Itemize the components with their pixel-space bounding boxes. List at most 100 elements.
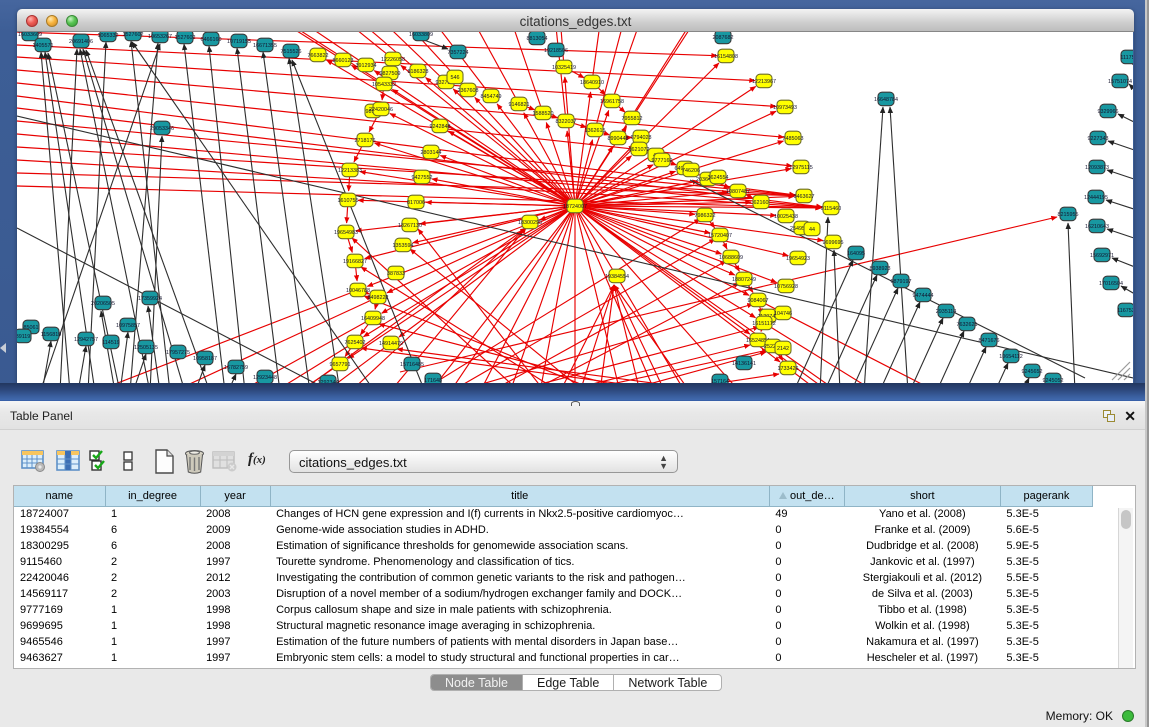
svg-text:10046788: 10046788 (346, 288, 370, 294)
svg-text:12444195: 12444195 (1084, 195, 1108, 201)
svg-text:1156819: 1156819 (41, 332, 62, 338)
svg-text:9329966: 9329966 (1098, 109, 1119, 115)
svg-text:20691406: 20691406 (69, 39, 93, 45)
svg-text:19218506: 19218506 (544, 48, 568, 54)
svg-text:2935114: 2935114 (936, 309, 957, 315)
svg-text:10653267: 10653267 (148, 34, 172, 40)
svg-text:546: 546 (451, 75, 460, 81)
svg-text:10756928: 10756928 (774, 284, 798, 290)
svg-text:44: 44 (809, 227, 815, 233)
svg-text:8186328: 8186328 (408, 69, 429, 75)
svg-text:39119: 39119 (17, 334, 30, 340)
svg-text:9245652: 9245652 (1022, 369, 1043, 375)
svg-text:104746: 104746 (774, 311, 792, 317)
svg-text:20206505: 20206505 (91, 301, 115, 307)
svg-text:12942757: 12942757 (74, 337, 98, 343)
svg-text:8498222: 8498222 (368, 295, 389, 301)
svg-text:817006: 817006 (407, 200, 425, 206)
svg-text:1065332: 1065332 (98, 33, 119, 39)
svg-text:15751074: 15751074 (1108, 79, 1132, 85)
svg-text:12213967: 12213967 (752, 79, 776, 85)
svg-text:18807249: 18807249 (732, 277, 756, 283)
svg-text:2718176: 2718176 (355, 138, 376, 144)
svg-text:9146821: 9146821 (509, 102, 530, 108)
svg-text:16210643: 16210643 (1085, 224, 1109, 230)
svg-text:2367608: 2367608 (458, 88, 479, 94)
svg-text:19654983: 19654983 (334, 230, 358, 236)
svg-text:7986322: 7986322 (695, 213, 716, 219)
svg-text:7485063: 7485063 (783, 136, 804, 142)
svg-text:6794028: 6794028 (631, 135, 652, 141)
svg-text:12923448: 12923448 (253, 375, 277, 381)
svg-text:12226058: 12226058 (381, 57, 405, 63)
svg-text:10973493: 10973493 (773, 105, 797, 111)
svg-text:62160: 62160 (754, 200, 769, 206)
svg-text:10025438: 10025438 (774, 214, 798, 220)
svg-text:9427552: 9427552 (412, 175, 433, 181)
svg-text:15720407: 15720407 (708, 233, 732, 239)
svg-text:8938923: 8938923 (870, 266, 891, 272)
svg-text:16033609: 16033609 (18, 32, 42, 38)
svg-text:1733426: 1733426 (778, 366, 799, 372)
svg-text:18724007: 18724007 (563, 204, 587, 210)
svg-text:16409948: 16409948 (361, 316, 385, 322)
svg-text:12213383: 12213383 (338, 168, 362, 174)
svg-text:9463627: 9463627 (794, 194, 815, 200)
svg-text:8813054: 8813054 (527, 36, 548, 42)
svg-text:8471676: 8471676 (979, 338, 1000, 344)
svg-text:16961758: 16961758 (600, 99, 624, 105)
svg-text:3912934: 3912934 (356, 63, 377, 69)
svg-text:15692971: 15692971 (1090, 253, 1114, 259)
svg-text:746206: 746206 (682, 168, 700, 174)
svg-text:111753: 111753 (1120, 55, 1133, 61)
svg-text:9115460: 9115460 (821, 206, 842, 212)
svg-text:8215955: 8215955 (1058, 212, 1079, 218)
svg-text:8322037: 8322037 (556, 119, 577, 125)
svg-text:3624554: 3624554 (708, 175, 729, 181)
svg-text:1621072: 1621072 (629, 147, 650, 153)
svg-text:1405571: 1405571 (33, 43, 54, 49)
svg-text:10807487: 10807487 (726, 189, 750, 195)
svg-text:18267130: 18267130 (398, 223, 422, 229)
svg-text:10325419: 10325419 (552, 65, 576, 71)
svg-text:29053346: 29053346 (150, 126, 174, 132)
svg-text:7357224: 7357224 (448, 50, 469, 56)
svg-text:387833: 387833 (387, 271, 405, 277)
svg-text:9699695: 9699695 (823, 240, 844, 246)
svg-text:19166827: 19166827 (343, 259, 367, 265)
svg-text:1610755: 1610755 (338, 198, 359, 204)
svg-text:8454749: 8454749 (481, 94, 502, 100)
svg-text:16033809: 16033809 (409, 32, 433, 38)
svg-text:6879197: 6879197 (891, 279, 912, 285)
svg-text:1527602: 1527602 (123, 32, 144, 38)
svg-text:164095: 164095 (847, 251, 865, 257)
svg-text:15716485: 15716485 (400, 362, 424, 368)
svg-text:19384554: 19384554 (605, 274, 629, 280)
svg-text:17359924: 17359924 (138, 296, 162, 302)
svg-text:9242848: 9242848 (430, 124, 451, 130)
svg-text:1362615: 1362615 (585, 128, 606, 134)
svg-text:10719155: 10719155 (227, 39, 251, 45)
svg-text:9084067: 9084067 (748, 298, 769, 304)
svg-text:12505135: 12505135 (134, 345, 158, 351)
svg-text:1588520: 1588520 (533, 111, 554, 117)
svg-text:7632621: 7632621 (957, 322, 978, 328)
svg-text:9827509: 9827509 (380, 71, 401, 77)
svg-text:7625402: 7625402 (345, 340, 366, 346)
svg-text:10958187: 10958187 (193, 356, 217, 362)
svg-text:10654112: 10654112 (999, 354, 1023, 360)
svg-text:7663822: 7663822 (308, 53, 329, 59)
svg-text:16782759: 16782759 (224, 365, 248, 371)
svg-text:17957275: 17957275 (166, 350, 190, 356)
svg-text:9227343: 9227343 (1088, 136, 1109, 142)
svg-text:6466160: 6466160 (201, 37, 222, 43)
svg-text:16151172: 16151172 (752, 321, 776, 327)
svg-text:18640910: 18640910 (580, 80, 604, 86)
svg-text:10975857: 10975857 (116, 323, 140, 329)
svg-text:2087682: 2087682 (713, 35, 734, 41)
svg-text:7955812: 7955812 (622, 116, 643, 122)
svg-text:14136141: 14136141 (732, 361, 756, 367)
svg-text:114519: 114519 (102, 340, 120, 346)
svg-text:8660123: 8660123 (333, 58, 354, 64)
svg-text:9474444: 9474444 (913, 293, 934, 299)
